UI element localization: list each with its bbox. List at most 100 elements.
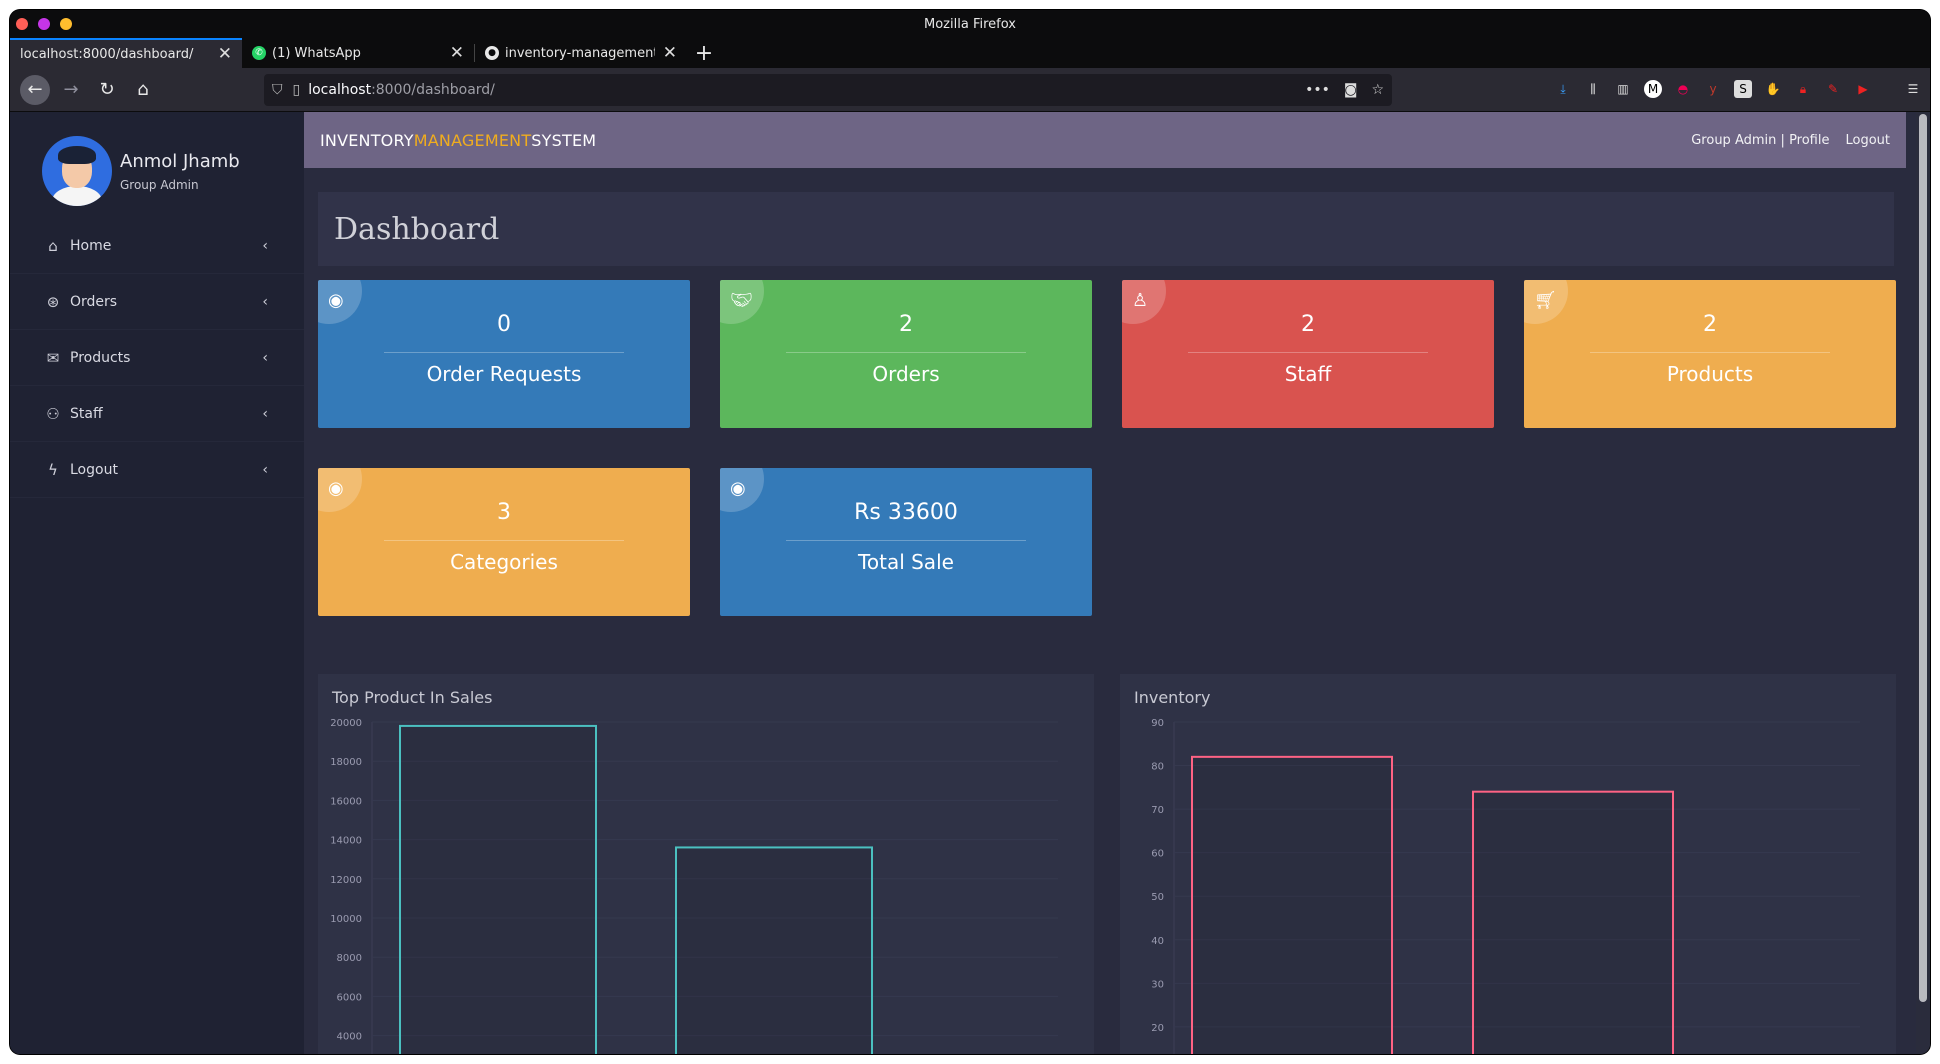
y-tick-label: 20000: [330, 718, 362, 729]
handshake-icon: 🤝︎: [730, 290, 753, 311]
sidebar-item-logout[interactable]: ϟ Logout ‹: [10, 442, 304, 498]
extension-hand-icon[interactable]: ✋: [1764, 80, 1782, 98]
y-tick-label: 90: [1151, 718, 1164, 729]
y-tick-label: 50: [1151, 892, 1164, 903]
bookmark-star-icon[interactable]: ☆: [1371, 82, 1384, 98]
extension-lock-icon[interactable]: 🔒︎: [1794, 80, 1812, 98]
extension-m-icon[interactable]: M: [1644, 80, 1662, 98]
card-value: 2: [1703, 312, 1717, 337]
y-tick-label: 8000: [337, 953, 362, 964]
bar: [399, 724, 597, 1054]
page-content: Anmol Jhamb Group Admin ⌂ Home ‹ ⊛ Order…: [10, 112, 1930, 1054]
envelope-icon: ✉: [46, 348, 60, 367]
browser-window: Mozilla Firefox localhost:8000/dashboard…: [10, 10, 1930, 1054]
new-tab-button[interactable]: +: [687, 38, 721, 68]
scrollbar-thumb[interactable]: [1919, 114, 1927, 1002]
sidebar-toggle-icon[interactable]: ▥: [1614, 80, 1632, 98]
profile-role: Group Admin: [120, 177, 199, 192]
github-icon: ●: [485, 46, 499, 60]
y-tick-label: 4000: [337, 1032, 362, 1043]
card-orders[interactable]: 🤝︎ 2 Orders: [720, 280, 1092, 428]
tab-close-icon[interactable]: ✕: [663, 43, 677, 63]
tab-title: inventory-management-sy: [505, 45, 655, 61]
extension-video-icon[interactable]: ▶: [1854, 80, 1872, 98]
home-button[interactable]: ⌂: [128, 75, 158, 105]
bolt-icon: ϟ: [48, 460, 58, 479]
card-label: Categories: [450, 550, 558, 574]
url-host: localhost: [308, 82, 372, 98]
logout-link[interactable]: Logout: [1845, 133, 1890, 148]
download-icon[interactable]: ⤓: [1554, 80, 1572, 98]
sidebar-menu: ⌂ Home ‹ ⊛ Orders ‹ ✉ Products ‹ ⚇ Staff: [10, 218, 304, 498]
y-tick-label: 16000: [330, 796, 362, 807]
top-navbar: INVENTORYMANAGEMENTSYSTEM Group Admin | …: [304, 112, 1906, 168]
tab-whatsapp[interactable]: ✆ (1) WhatsApp ✕: [242, 38, 474, 68]
back-button[interactable]: ←: [20, 74, 50, 105]
sidebar-item-home[interactable]: ⌂ Home ‹: [10, 218, 304, 274]
extension-mask-icon[interactable]: ◓: [1674, 80, 1692, 98]
sidebar-item-orders[interactable]: ⊛ Orders ‹: [10, 274, 304, 330]
card-products[interactable]: 🛒︎ 2 Products: [1524, 280, 1896, 428]
toolbar-icons: ⤓ ⫼ ▥ M ◓ y S ✋ 🔒︎ ✎ ▶ ☰: [1554, 80, 1922, 98]
y-tick-label: 60: [1151, 849, 1164, 860]
profile-link[interactable]: Profile: [1789, 133, 1829, 148]
card-categories[interactable]: ◉ 3 Categories: [318, 468, 690, 616]
card-total-sale[interactable]: ◉ Rs 33600 Total Sale: [720, 468, 1092, 616]
chevron-left-icon: ‹: [262, 237, 268, 254]
library-icon[interactable]: ⫼: [1584, 80, 1602, 98]
brand-logo[interactable]: INVENTORYMANAGEMENTSYSTEM: [320, 131, 596, 150]
avatar: [42, 136, 112, 206]
page-actions-icon[interactable]: •••: [1305, 82, 1330, 98]
y-tick-label: 10000: [330, 914, 362, 925]
tab-github[interactable]: ● inventory-management-sy ✕: [475, 38, 687, 68]
chart-inventory: Inventory 908070605040302010: [1120, 674, 1896, 1054]
page-header: Dashboard: [318, 192, 1894, 266]
bar: [675, 846, 873, 1054]
group-admin-link[interactable]: Group Admin: [1691, 133, 1776, 148]
main-area: INVENTORYMANAGEMENTSYSTEM Group Admin | …: [304, 112, 1906, 1054]
brand-part-system: SYSTEM: [531, 130, 597, 150]
pocket-icon[interactable]: ◙: [1344, 82, 1358, 98]
card-staff[interactable]: ♙ 2 Staff: [1122, 280, 1494, 428]
chart-svg: 20000 18000 16000 14000 12000 10000 8000 6000 40…: [330, 718, 1058, 1054]
eye-icon: ◉: [328, 290, 344, 311]
chevron-left-icon: ‹: [262, 349, 268, 366]
sidebar: Anmol Jhamb Group Admin ⌂ Home ‹ ⊛ Order…: [10, 112, 304, 1054]
page-title: Dashboard: [334, 211, 500, 247]
vertical-scrollbar[interactable]: [1916, 112, 1930, 1054]
card-value: 2: [1301, 312, 1315, 337]
y-tick-label: 70: [1151, 805, 1164, 816]
sidebar-item-products[interactable]: ✉ Products ‹: [10, 330, 304, 386]
tab-strip: localhost:8000/dashboard/ ✕ ✆ (1) WhatsA…: [10, 38, 1930, 68]
forward-button[interactable]: →: [56, 75, 86, 105]
sidebar-item-label: Home: [70, 237, 112, 254]
reload-button[interactable]: ↻: [92, 75, 122, 105]
chevron-left-icon: ‹: [262, 293, 268, 310]
minimize-window-button[interactable]: [38, 18, 50, 30]
extension-s-icon[interactable]: S: [1734, 80, 1752, 98]
user-icon: ♙: [1132, 290, 1149, 311]
sidebar-item-staff[interactable]: ⚇ Staff ‹: [10, 386, 304, 442]
y-tick-label: 40: [1151, 936, 1164, 947]
brand-part-inventory: INVENTORY: [320, 130, 414, 150]
extension-yd-icon[interactable]: y: [1704, 80, 1722, 98]
menu-icon[interactable]: ☰: [1904, 80, 1922, 98]
card-label: Order Requests: [426, 362, 582, 386]
sidebar-item-label: Orders: [70, 293, 118, 310]
shield-icon[interactable]: ⛉: [272, 82, 283, 98]
cart-icon: 🛒︎: [1534, 290, 1557, 311]
y-tick-label: 30: [1151, 979, 1164, 990]
users-icon: ⚇: [46, 404, 60, 423]
window-title: Mozilla Firefox: [924, 16, 1016, 32]
close-window-button[interactable]: [16, 18, 28, 30]
y-tick-label: 20: [1151, 1023, 1164, 1034]
card-order-requests[interactable]: ◉ 0 Order Requests: [318, 280, 690, 428]
maximize-window-button[interactable]: [60, 18, 72, 30]
tab-dashboard[interactable]: localhost:8000/dashboard/ ✕: [10, 38, 242, 68]
extension-pen-icon[interactable]: ✎: [1824, 80, 1842, 98]
y-tick-label: 80: [1151, 762, 1164, 773]
tab-close-icon[interactable]: ✕: [450, 43, 464, 63]
title-bar: Mozilla Firefox: [10, 10, 1930, 38]
url-bar[interactable]: ⛉ ▯ localhost:8000/dashboard/ ••• ◙ ☆: [264, 74, 1392, 106]
tab-close-icon[interactable]: ✕: [218, 44, 232, 64]
